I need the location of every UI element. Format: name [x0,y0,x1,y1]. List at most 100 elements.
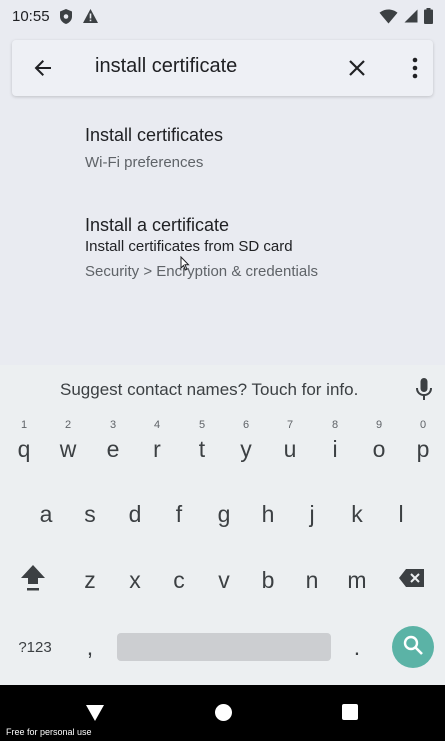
key-hint: 2 [64,419,72,431]
nav-recents-icon[interactable] [342,704,358,720]
back-arrow-icon[interactable] [30,55,56,81]
key-label: m [347,566,367,593]
wifi-icon [379,9,398,29]
result-install-a-certificate[interactable]: Install a certificate Install certificat… [85,215,425,280]
key-label: z [84,566,96,593]
key-label: y [240,435,252,462]
key-hint: 8 [331,419,339,431]
key-j[interactable]: j [292,485,332,543]
key-i[interactable]: 8i [315,415,355,473]
signal-icon [404,9,418,28]
key-label: f [175,500,183,527]
status-notifications [58,8,99,30]
key-label: q [17,435,31,462]
status-system-icons [379,8,433,29]
soft-keyboard: Suggest contact names? Touch for info. 1… [0,365,445,685]
key-hint: 7 [286,419,294,431]
symbols-key[interactable]: ?123 [12,618,58,676]
key-hint: 0 [419,419,427,431]
key-o[interactable]: 9o [359,415,399,473]
key-label: j [309,500,315,527]
key-label: w [59,435,77,462]
navigation-bar: Free for personal use [0,685,445,741]
key-m[interactable]: m [337,551,377,609]
key-n[interactable]: n [292,551,332,609]
warning-icon [82,8,99,30]
backspace-icon [398,567,426,594]
space-key[interactable] [117,633,331,661]
key-label: v [218,566,230,593]
comma-key[interactable]: , [70,618,110,676]
status-bar: 10:55 [0,0,445,34]
result-summary: Install certificates from SD card [85,238,293,255]
key-label: b [261,566,275,593]
key-w[interactable]: 2w [48,415,88,473]
result-install-certificates[interactable]: Install certificates Wi-Fi preferences [85,125,425,171]
key-z[interactable]: z [70,551,110,609]
shield-icon [58,8,74,30]
key-label: c [173,566,185,593]
key-x[interactable]: x [115,551,155,609]
search-bar: install certificate [12,40,433,96]
key-label: p [416,435,430,462]
status-time: 10:55 [12,8,50,25]
key-label: n [305,566,319,593]
key-label: l [398,500,404,527]
key-label: o [372,435,386,462]
suggestion-strip[interactable]: Suggest contact names? Touch for info. [0,365,445,413]
shift-key[interactable] [13,551,53,609]
key-label: x [129,566,141,593]
search-enter-key[interactable] [392,626,434,668]
result-subtitle: Security > Encryption & credentials [85,263,319,280]
key-d[interactable]: d [115,485,155,543]
period-key[interactable]: . [337,618,377,676]
microphone-icon[interactable] [414,377,434,403]
key-l[interactable]: l [381,485,421,543]
key-label: u [283,435,297,462]
key-hint: 9 [375,419,383,431]
key-label: s [84,500,96,527]
search-results: Install certificates Wi-Fi preferences I… [0,105,445,365]
key-v[interactable]: v [204,551,244,609]
key-b[interactable]: b [248,551,288,609]
key-hint: 3 [109,419,117,431]
key-t[interactable]: 5t [182,415,222,473]
key-label: ?123 [18,638,52,656]
nav-back-icon[interactable] [84,703,106,728]
result-subtitle: Wi-Fi preferences [85,154,204,171]
watermark-text: Free for personal use [6,727,92,737]
result-title: Install certificates [85,125,224,145]
key-hint: 1 [20,419,28,431]
key-label: i [332,435,338,462]
key-s[interactable]: s [70,485,110,543]
key-a[interactable]: a [26,485,66,543]
key-h[interactable]: h [248,485,288,543]
key-label: a [39,500,53,527]
result-title: Install a certificate [85,215,230,235]
key-f[interactable]: f [159,485,199,543]
key-r[interactable]: 4r [137,415,177,473]
battery-icon [424,8,433,29]
key-label: h [261,500,275,527]
backspace-key[interactable] [392,551,432,609]
key-hint: 5 [198,419,206,431]
search-icon [402,634,424,661]
key-c[interactable]: c [159,551,199,609]
key-k[interactable]: k [337,485,377,543]
key-label: g [217,500,231,527]
suggestion-text[interactable]: Suggest contact names? Touch for info. [60,380,358,400]
nav-home-icon[interactable] [215,704,232,721]
key-label: k [351,500,363,527]
mouse-cursor-icon [180,255,190,276]
search-input[interactable]: install certificate [95,55,237,78]
key-e[interactable]: 3e [93,415,133,473]
key-g[interactable]: g [204,485,244,543]
key-p[interactable]: 0p [403,415,443,473]
key-y[interactable]: 6y [226,415,266,473]
key-label: . [353,633,361,660]
key-hint: 4 [153,419,161,431]
more-options-icon[interactable] [410,55,420,81]
key-u[interactable]: 7u [270,415,310,473]
close-icon[interactable] [345,56,369,80]
key-q[interactable]: 1q [4,415,44,473]
